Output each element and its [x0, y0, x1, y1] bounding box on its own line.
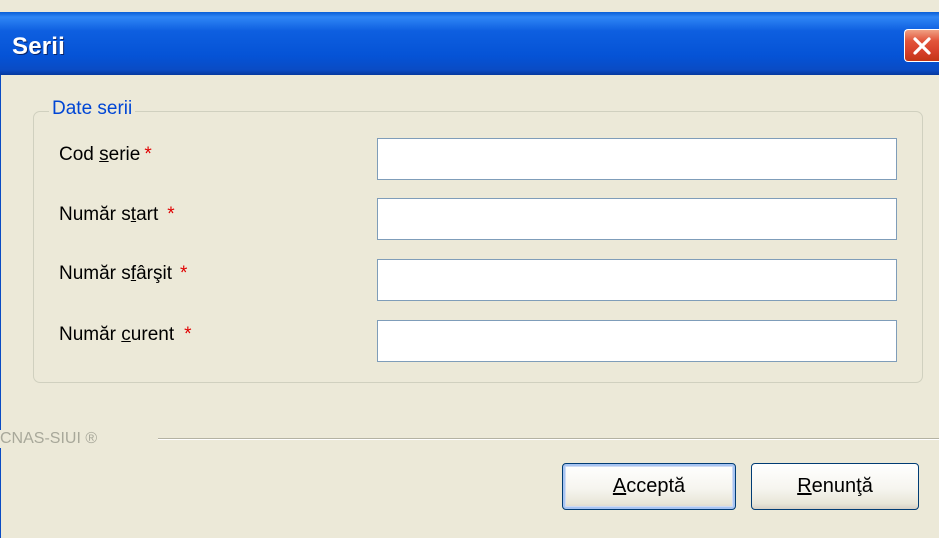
required-marker: *: [144, 144, 152, 165]
label-text: Număr s: [59, 263, 131, 284]
required-marker: *: [184, 324, 192, 345]
label-text: ârşit: [136, 263, 172, 284]
numar-start-label: Număr start *: [59, 204, 175, 226]
button-label: enunţă: [811, 475, 873, 497]
numar-sfarsit-label: Număr sfârşit *: [59, 263, 187, 285]
numar-sfarsit-input[interactable]: [377, 259, 897, 301]
label-text: art: [136, 204, 159, 225]
mnemonic-letter: A: [612, 475, 627, 497]
label-text: Cod: [59, 144, 100, 165]
cod-serie-label: Cod serie *: [59, 144, 152, 166]
cod-serie-input[interactable]: [377, 138, 897, 180]
button-label: cceptă: [626, 475, 686, 497]
title-bar[interactable]: Serii: [0, 12, 939, 75]
dialog-window: Serii Date serii Cod serie * Număr start *…: [0, 0, 939, 538]
close-button[interactable]: [904, 29, 939, 62]
window-title: Serii: [12, 33, 66, 60]
accept-button[interactable]: Acceptă: [562, 463, 736, 510]
brand-label: CNAS-SIUI ®: [0, 430, 106, 448]
numar-curent-label: Număr curent *: [59, 324, 192, 346]
mnemonic-letter: c: [121, 324, 131, 345]
required-marker: *: [167, 204, 175, 225]
required-marker: *: [179, 263, 188, 284]
numar-curent-input[interactable]: [377, 320, 897, 362]
cancel-button[interactable]: Renunţă: [751, 463, 919, 510]
label-text: Număr: [59, 324, 122, 345]
numar-start-input[interactable]: [377, 198, 897, 240]
mnemonic-letter: s: [99, 144, 109, 165]
label-text: erie: [108, 144, 141, 165]
label-text: Număr s: [59, 204, 131, 225]
mnemonic-letter: R: [797, 475, 812, 497]
close-icon: [913, 37, 931, 55]
label-text: urent: [130, 324, 175, 345]
footer-divider: [158, 438, 939, 440]
group-legend: Date serii: [49, 98, 136, 120]
